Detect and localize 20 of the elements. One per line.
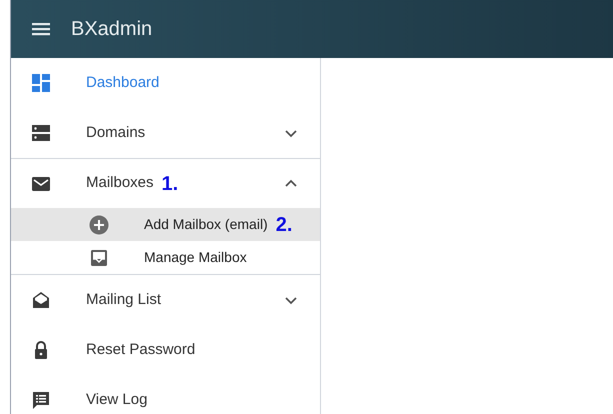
dashboard-icon [31, 73, 51, 93]
step-number: 2. [276, 212, 292, 238]
submenu-item[interactable]: Manage Mailbox [11, 241, 320, 274]
nav-item[interactable]: Dashboard [11, 58, 320, 108]
chevron-icon[interactable] [284, 128, 298, 138]
nav-item[interactable]: View Log [11, 375, 320, 414]
open-envelope-icon [31, 290, 51, 310]
nav-item[interactable]: Reset Password [11, 325, 320, 375]
list-message-icon [31, 390, 51, 410]
server-icon [31, 123, 51, 143]
app-title: BXadmin [71, 17, 152, 42]
chevron-icon[interactable] [284, 179, 298, 188]
menu-icon[interactable] [31, 21, 51, 37]
nav-item[interactable]: Domains [11, 108, 320, 158]
inbox-icon [89, 248, 109, 268]
chevron-icon[interactable] [284, 296, 298, 304]
add-icon [89, 214, 109, 234]
step-number: 1. [162, 172, 178, 196]
nav-item[interactable]: Mailing List [11, 275, 320, 325]
submenu-item[interactable]: Add Mailbox (email) 2. [11, 208, 320, 241]
